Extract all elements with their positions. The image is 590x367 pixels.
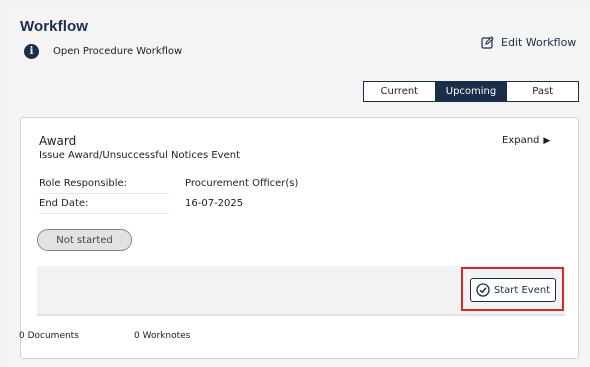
role-value: Procurement Officer(s) — [185, 178, 299, 189]
event-card: Award Issue Award/Unsuccessful Notices E… — [19, 117, 579, 359]
status-badge: Not started — [37, 229, 132, 251]
expand-label: Expand — [502, 135, 540, 146]
check-circle-icon — [476, 283, 490, 297]
documents-count[interactable]: 0 Documents — [19, 331, 79, 341]
start-event-label: Start Event — [493, 284, 551, 296]
edit-icon — [481, 36, 494, 49]
triangle-right-icon: ▶ — [543, 135, 551, 146]
info-icon: i — [24, 44, 39, 59]
page-title: Workflow — [20, 18, 89, 35]
role-label: Role Responsible: — [39, 178, 128, 189]
open-workflow-row[interactable]: i Open Procedure Workflow — [24, 44, 182, 59]
edit-workflow-label: Edit Workflow — [501, 36, 577, 49]
tab-upcoming[interactable]: Upcoming — [435, 82, 508, 101]
tab-past[interactable]: Past — [507, 82, 578, 101]
meta-divider — [39, 213, 169, 214]
tab-current[interactable]: Current — [364, 82, 436, 101]
expand-button[interactable]: Expand ▶ — [502, 135, 550, 146]
open-workflow-link[interactable]: Open Procedure Workflow — [53, 46, 182, 57]
meta-divider — [39, 193, 169, 194]
event-title: Award — [39, 134, 77, 148]
worknotes-count[interactable]: 0 Worknotes — [134, 331, 190, 341]
edit-workflow-button[interactable]: Edit Workflow — [481, 36, 576, 49]
end-date-label: End Date: — [39, 198, 89, 209]
timeline-tabs: Current Upcoming Past — [363, 81, 579, 102]
start-event-button[interactable]: Start Event — [470, 278, 556, 302]
end-date-value: 16-07-2025 — [185, 198, 244, 209]
event-subtitle: Issue Award/Unsuccessful Notices Event — [39, 150, 241, 161]
